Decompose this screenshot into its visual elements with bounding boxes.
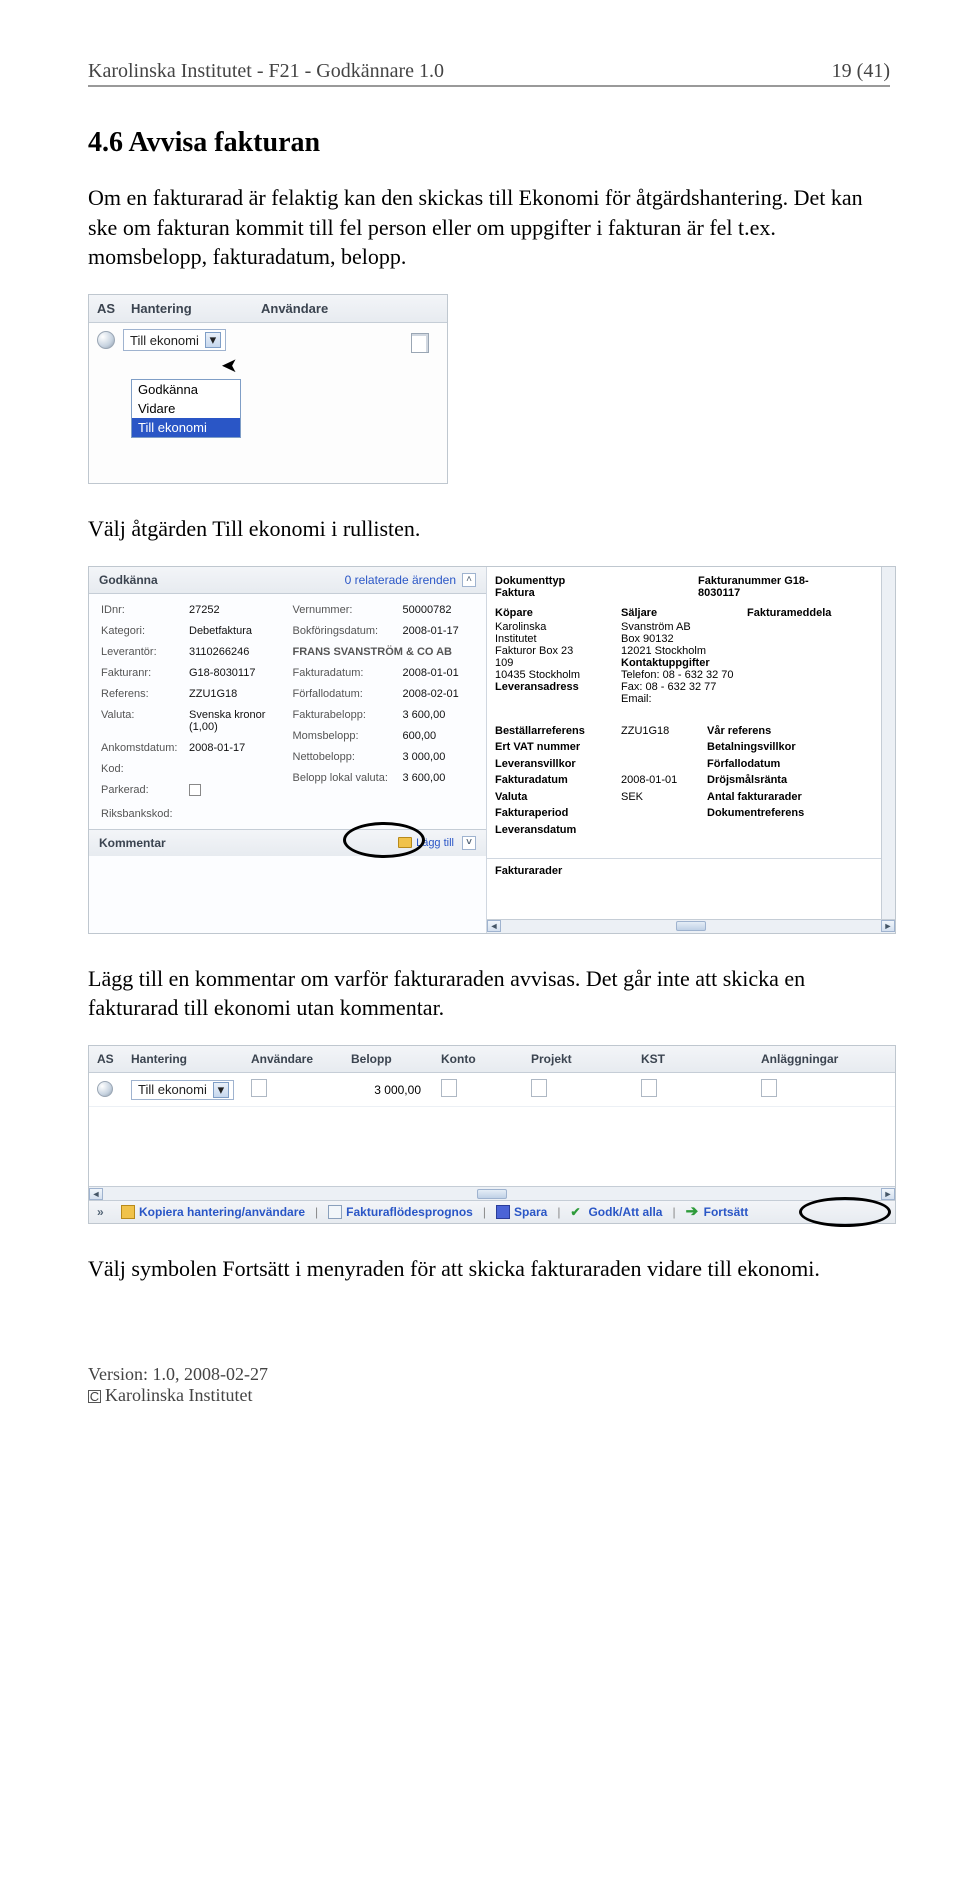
paragraph-1: Om en fakturarad är felaktig kan den ski…: [88, 183, 890, 272]
document-icon[interactable]: [641, 1079, 657, 1097]
save-action[interactable]: Spara: [496, 1205, 547, 1219]
footer-org: Karolinska Institutet: [105, 1385, 252, 1405]
belopp-value: 3 000,00: [351, 1083, 441, 1097]
hantering-dropdown[interactable]: Godkänna Vidare Till ekonomi: [131, 379, 241, 438]
chevron-down-icon[interactable]: ▾: [213, 1082, 229, 1098]
add-comment-button[interactable]: Lägg till: [398, 837, 454, 849]
forward-icon: [686, 1205, 700, 1219]
dropdown-option[interactable]: Vidare: [132, 399, 240, 418]
inv-value: 8030117: [698, 587, 740, 599]
scrollbar-horizontal[interactable]: ◄ ►: [487, 919, 895, 933]
scrollbar-horizontal[interactable]: ◄ ►: [89, 1186, 895, 1200]
copy-action[interactable]: Kopiera hantering/användare: [121, 1205, 305, 1219]
scroll-thumb[interactable]: [477, 1189, 507, 1199]
related-link[interactable]: 0 relaterade ärenden ˄: [345, 573, 476, 587]
approve-action[interactable]: Godk/Att alla: [570, 1205, 662, 1219]
prognos-icon: [328, 1205, 342, 1219]
dropdown-option-selected[interactable]: Till ekonomi: [132, 418, 240, 437]
kommentar-label: Kommentar: [99, 836, 166, 850]
document-icon[interactable]: [761, 1079, 777, 1097]
scroll-thumb[interactable]: [676, 921, 706, 931]
save-icon: [496, 1205, 510, 1219]
inv-label: Faktura: [495, 587, 535, 599]
document-icon[interactable]: [251, 1079, 267, 1097]
page-footer: Version: 1.0, 2008-02-27 C Karolinska Ins…: [88, 1364, 890, 1406]
scroll-left-icon[interactable]: ◄: [487, 920, 501, 932]
inv-label: Dokumenttyp: [495, 575, 565, 587]
page-header: Karolinska Institutet - F21 - Godkännare…: [88, 60, 890, 87]
folder-icon: [398, 837, 412, 848]
scroll-left-icon[interactable]: ◄: [89, 1188, 103, 1200]
check-icon: [570, 1205, 584, 1219]
inv-rows-title: Fakturarader: [495, 865, 891, 877]
expand-icon[interactable]: ˅: [462, 836, 476, 850]
document-icon[interactable]: [531, 1079, 547, 1097]
chevron-down-icon[interactable]: ▾: [205, 332, 221, 348]
scrollbar-vertical[interactable]: [881, 567, 895, 919]
inv-msg: Fakturameddela: [747, 607, 891, 619]
col-anvandare: Användare: [261, 301, 328, 316]
paragraph-4: Välj symbolen Fortsätt i menyraden för a…: [88, 1254, 890, 1284]
header-right: 19 (41): [832, 60, 890, 83]
document-icon[interactable]: [441, 1079, 457, 1097]
panel-title: Godkänna: [99, 573, 158, 587]
col-hantering: Hantering: [131, 301, 261, 316]
double-arrow-icon[interactable]: [97, 1205, 111, 1219]
paragraph-3: Lägg till en kommentar om varför faktura…: [88, 964, 890, 1023]
document-icon[interactable]: [411, 333, 429, 353]
copy-icon: [121, 1205, 135, 1219]
copyright-icon: C: [88, 1390, 101, 1403]
scroll-right-icon[interactable]: ►: [881, 1188, 895, 1200]
section-title: 4.6 Avvisa fakturan: [88, 127, 890, 159]
forward-action[interactable]: Fortsätt: [686, 1205, 749, 1219]
collapse-icon[interactable]: ˄: [462, 573, 476, 587]
inv-buyer-title: Köpare: [495, 607, 615, 619]
status-sphere-icon: [97, 1081, 113, 1097]
screenshot-toolbar: ASHanteringAnvändareBeloppKontoProjektKS…: [88, 1045, 896, 1224]
dropdown-option[interactable]: Godkänna: [132, 380, 240, 399]
combo-value: Till ekonomi: [130, 333, 199, 348]
hantering-combo[interactable]: Till ekonomi ▾: [123, 329, 226, 351]
scroll-right-icon[interactable]: ►: [881, 920, 895, 932]
hantering-combo[interactable]: Till ekonomi ▾: [131, 1080, 234, 1100]
annotation-circle: [799, 1197, 891, 1227]
col-as: AS: [97, 301, 131, 316]
footer-version: Version: 1.0, 2008-02-27: [88, 1364, 890, 1385]
cursor-icon: ➤: [221, 353, 238, 378]
inv-value: Fakturanummer G18-: [698, 575, 809, 587]
status-sphere-icon: [97, 331, 115, 349]
header-left: Karolinska Institutet - F21 - Godkännare…: [88, 60, 444, 83]
screenshot-dropdown: AS Hantering Användare Till ekonomi ▾ ➤ …: [88, 294, 448, 484]
inv-seller-title: Säljare: [621, 607, 741, 619]
paragraph-2: Välj åtgärden Till ekonomi i rullisten.: [88, 514, 890, 544]
screenshot-details: Godkänna 0 relaterade ärenden ˄ IDnr:272…: [88, 566, 896, 934]
prognos-action[interactable]: Fakturaflödesprognos: [328, 1205, 473, 1219]
